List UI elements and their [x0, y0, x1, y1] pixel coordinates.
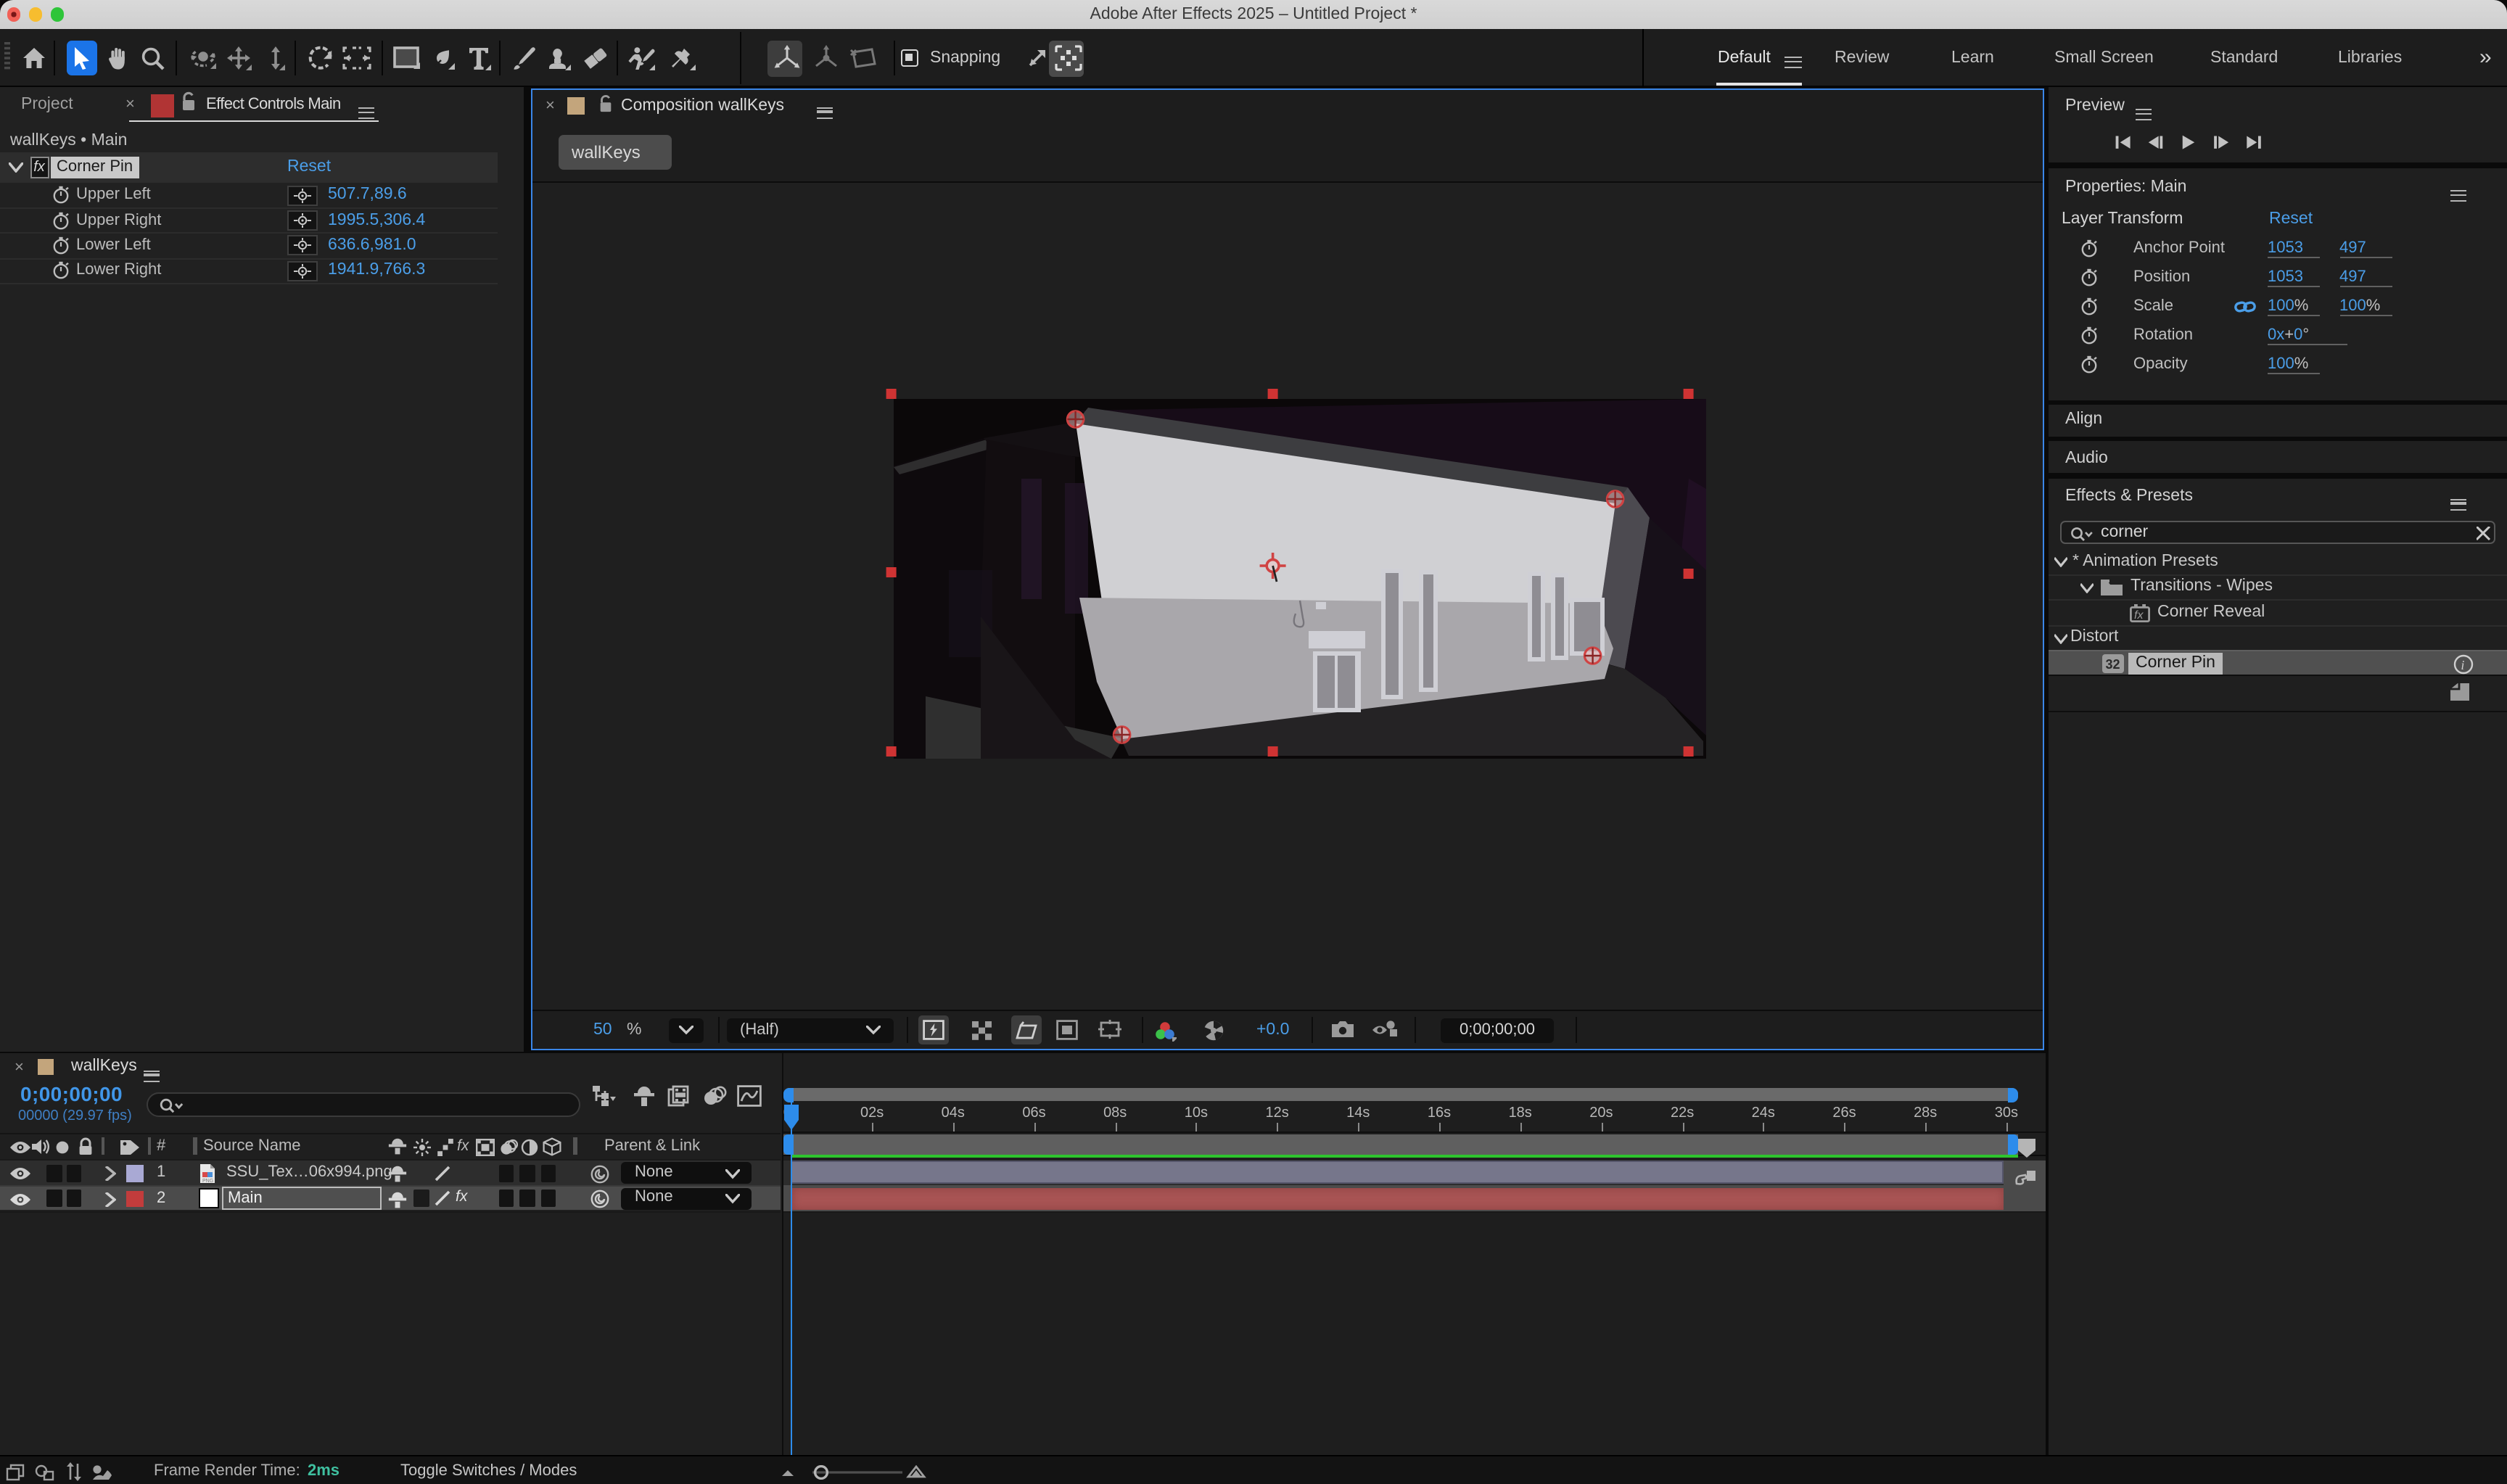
svg-text:fx: fx — [2134, 609, 2144, 622]
svg-text:i: i — [2461, 657, 2464, 672]
svg-text:PNG: PNG — [202, 1178, 213, 1183]
